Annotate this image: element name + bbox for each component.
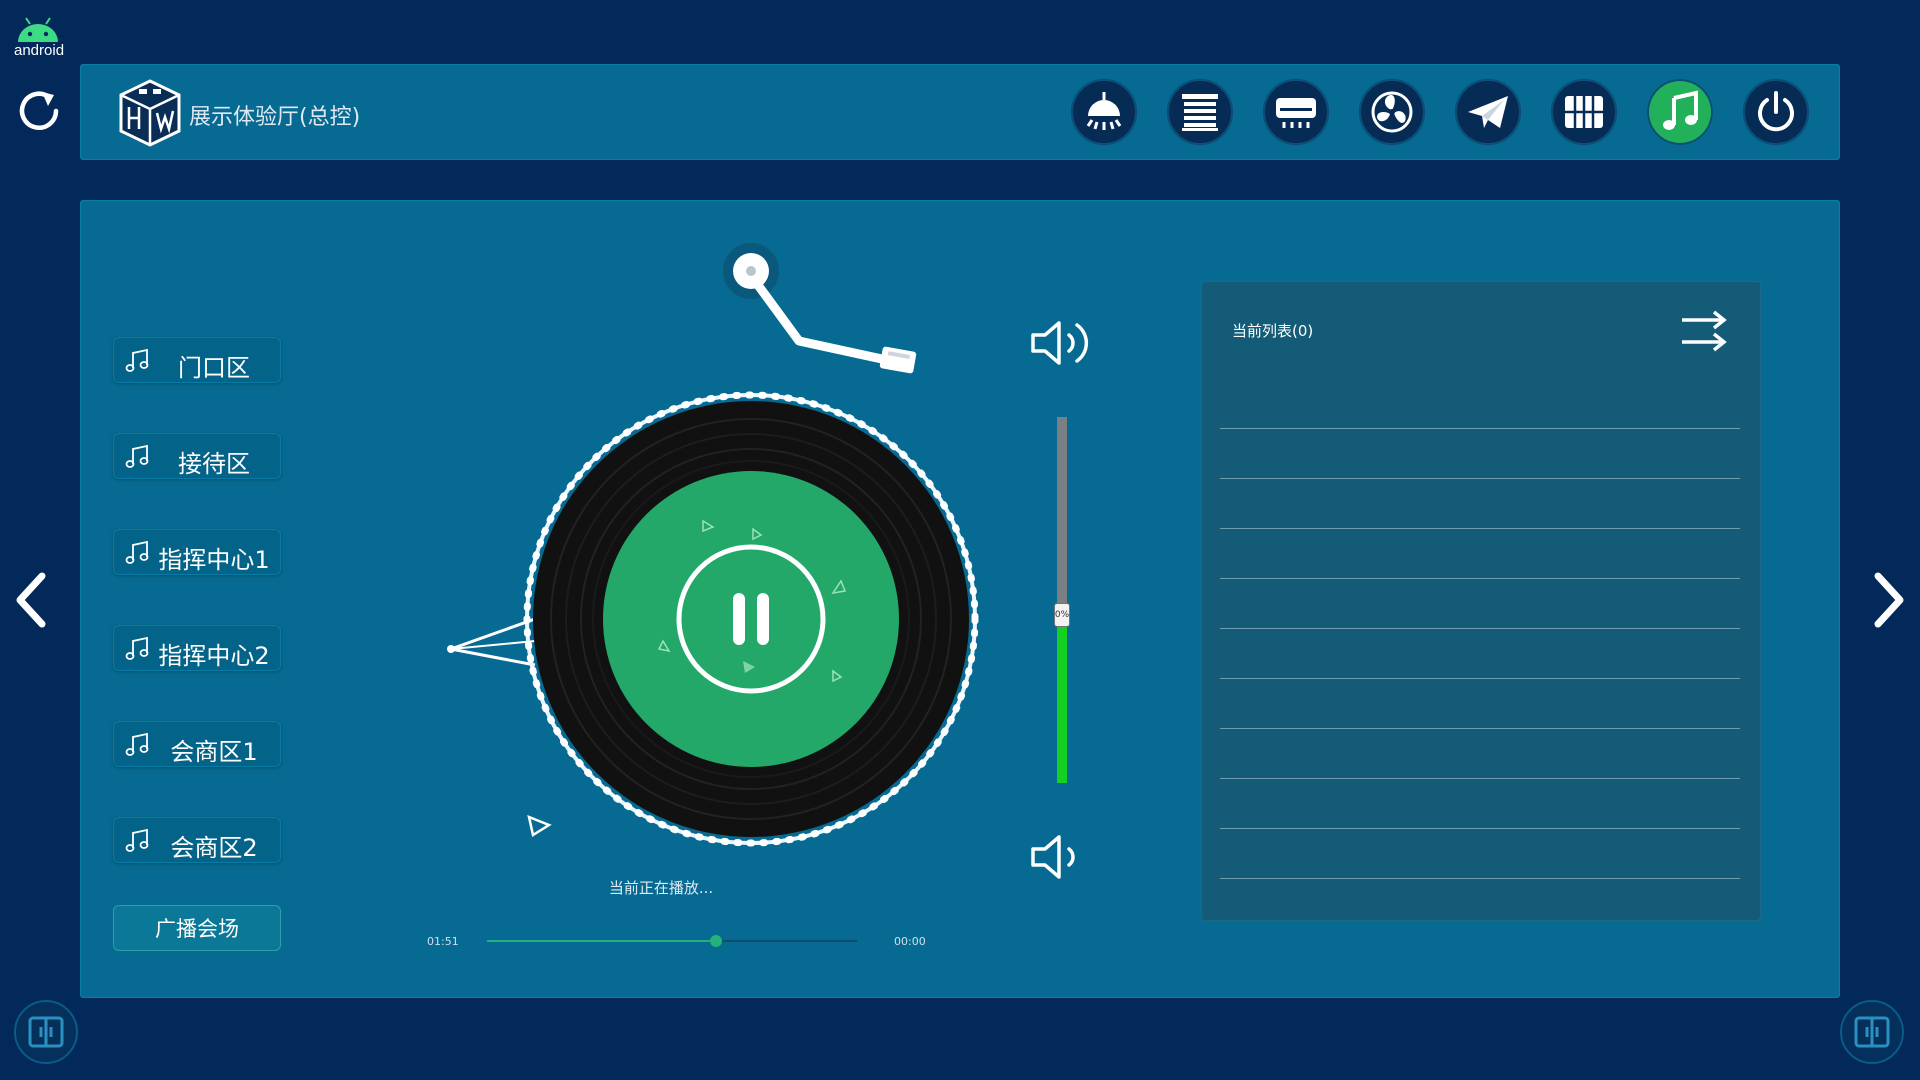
android-robot-icon — [18, 17, 58, 42]
playlist-row-divider — [1220, 428, 1740, 429]
zone-button-reception[interactable]: 接待区 — [113, 433, 281, 479]
playlist-row-divider — [1220, 878, 1740, 879]
playlist-row-divider — [1220, 528, 1740, 529]
zone-label: 会商区2 — [170, 834, 258, 862]
chevron-right-icon — [1874, 572, 1904, 628]
total-time: 00:00 — [894, 935, 926, 948]
playlist-row-divider — [1220, 578, 1740, 579]
zone-button-command-center-1[interactable]: 指挥中心1 — [113, 529, 281, 575]
zone-label: 接待区 — [178, 450, 250, 478]
speaker-low-icon — [1031, 835, 1075, 879]
left-door-button[interactable] — [14, 1000, 78, 1064]
music-control-panel: 门口区 接待区 指挥中心1 指挥中心2 会商区1 会商区2 广播会场 当前正在播… — [80, 200, 1840, 998]
paper-plane-icon — [1468, 96, 1508, 128]
android-logo: android — [12, 14, 68, 60]
previous-page-button[interactable] — [12, 568, 52, 632]
nav-grid-button[interactable] — [1551, 79, 1617, 145]
zone-label: 指挥中心2 — [158, 642, 270, 670]
music-note-icon — [125, 540, 149, 564]
cube-logo-icon — [119, 79, 181, 147]
nav-fan-button[interactable] — [1359, 79, 1425, 145]
speaker-loud-icon — [1031, 321, 1089, 365]
playlist-row-divider — [1220, 828, 1740, 829]
music-note-icon — [125, 636, 149, 660]
vinyl-record — [447, 243, 979, 847]
music-note-icon — [125, 444, 149, 468]
turntable — [363, 221, 1003, 941]
right-door-button[interactable] — [1840, 1000, 1904, 1064]
fan-icon — [1371, 91, 1413, 133]
zone-label: 会商区1 — [170, 738, 258, 766]
grid-icon — [1565, 96, 1603, 128]
progress-knob[interactable] — [710, 935, 723, 947]
next-page-button[interactable] — [1868, 568, 1908, 632]
cabinet-door-icon — [28, 1016, 64, 1048]
volume-fill — [1057, 614, 1067, 783]
nav-curtain-button[interactable] — [1167, 79, 1233, 145]
zone-button-command-center-2[interactable]: 指挥中心2 — [113, 625, 281, 671]
music-note-icon — [125, 732, 149, 756]
nav-aircon-button[interactable] — [1263, 79, 1329, 145]
page-title: 展示体验厅(总控) — [189, 105, 361, 130]
volume-slider[interactable]: 0% — [1054, 417, 1070, 783]
zone-label: 门口区 — [178, 354, 250, 382]
zone-label: 指挥中心1 — [158, 546, 270, 574]
nav-power-button[interactable] — [1743, 79, 1809, 145]
top-bar: 展示体验厅(总控) — [80, 64, 1840, 160]
android-label: android — [14, 42, 65, 59]
ceiling-lamp-icon — [1086, 92, 1122, 130]
playlist-title: 当前列表(0) — [1232, 322, 1314, 340]
playlist-row-divider — [1220, 728, 1740, 729]
nav-lighting-button[interactable] — [1071, 79, 1137, 145]
brand-logo — [115, 77, 185, 149]
air-conditioner-icon — [1276, 98, 1316, 128]
music-note-icon — [1663, 90, 1698, 130]
volume-up-button[interactable] — [1027, 313, 1097, 373]
playlist-row-divider — [1220, 628, 1740, 629]
refresh-icon — [19, 91, 59, 130]
playback-progress-bar[interactable] — [487, 935, 857, 947]
volume-down-button[interactable] — [1027, 829, 1087, 885]
music-note-icon — [125, 348, 149, 372]
zone-button-entrance[interactable]: 门口区 — [113, 337, 281, 383]
cabinet-door-icon — [1854, 1016, 1890, 1048]
playlist-row-divider — [1220, 478, 1740, 479]
volume-thumb[interactable]: 0% — [1054, 602, 1070, 627]
play-order-button[interactable] — [1678, 304, 1730, 358]
playlist-panel: 当前列表(0) — [1201, 281, 1761, 921]
broadcast-venue-button[interactable]: 广播会场 — [113, 905, 281, 951]
playlist-row-divider — [1220, 678, 1740, 679]
power-icon — [1758, 91, 1794, 132]
music-note-icon — [125, 828, 149, 852]
nav-send-button[interactable] — [1455, 79, 1521, 145]
now-playing-status: 当前正在播放... — [608, 879, 714, 897]
chevron-left-icon — [16, 572, 46, 628]
nav-music-button[interactable] — [1647, 79, 1713, 145]
zone-button-meeting-area-2[interactable]: 会商区2 — [113, 817, 281, 863]
sequential-order-icon — [1682, 310, 1727, 352]
refresh-button[interactable] — [12, 84, 66, 138]
playlist-row-divider — [1220, 778, 1740, 779]
zone-button-meeting-area-1[interactable]: 会商区1 — [113, 721, 281, 767]
elapsed-time: 01:51 — [427, 935, 459, 948]
window-blind-icon — [1182, 94, 1218, 131]
progress-fill — [487, 940, 717, 942]
